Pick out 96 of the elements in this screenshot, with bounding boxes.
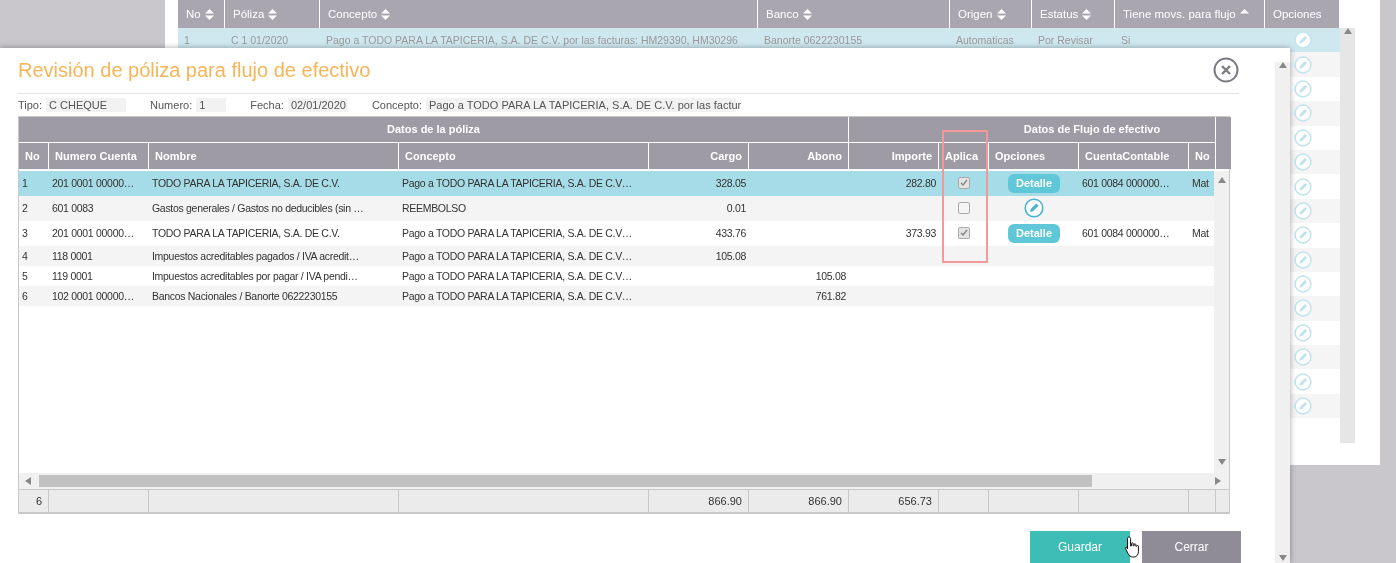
- table-cell-text: 2: [21, 201, 29, 217]
- table-cell-text: 601 0084 000000…: [1081, 176, 1171, 192]
- column-header[interactable]: Aplica: [939, 142, 989, 169]
- table-cell-text: 5: [21, 268, 29, 284]
- input-field[interactable]: C CHEQUE: [46, 97, 127, 112]
- table-cell-text: Gastos generales / Gastos no deducibles (sin …: [151, 201, 365, 217]
- field-label: Numero:: [150, 98, 193, 111]
- sort-icon[interactable]: [268, 8, 278, 20]
- table-cell-text: 1: [183, 33, 191, 49]
- sort-icon[interactable]: [381, 8, 391, 20]
- dialog-title: Revisión de póliza para flujo de efectivo: [18, 58, 371, 82]
- column-header[interactable]: Concepto: [399, 142, 649, 169]
- total-cell: 866.90: [749, 490, 849, 512]
- vertical-scrollbar[interactable]: [1214, 170, 1229, 473]
- vertical-scrollbar[interactable]: [1340, 28, 1355, 443]
- detail-button[interactable]: Detalle: [1007, 173, 1061, 193]
- sort-icon[interactable]: [204, 8, 214, 20]
- table-cell-text: 761.82: [814, 288, 847, 304]
- table-cell-text: 1: [21, 176, 29, 192]
- field-label: Fecha:: [250, 98, 284, 111]
- total-cell: 866.90: [649, 490, 749, 512]
- table-cell-text: 4: [21, 248, 29, 264]
- table-cell-text: 3: [21, 226, 29, 242]
- group-header: Datos de la póliza: [19, 116, 849, 143]
- table-cell-text: Mat: [1191, 176, 1210, 192]
- scroll-left-icon[interactable]: [25, 477, 33, 485]
- table-cell-text: 105.08: [714, 248, 747, 264]
- sort-icon[interactable]: [802, 8, 812, 20]
- input-field[interactable]: 1: [196, 97, 227, 112]
- scroll-right-icon[interactable]: [1215, 477, 1223, 485]
- checkbox[interactable]: [958, 202, 970, 215]
- total-cell: 656.73: [849, 490, 939, 512]
- table-cell-text: Pago a TODO PARA LA TAPICERIA, S.A. DE C.V…: [401, 268, 634, 284]
- table-cell-text: TODO PARA LA TAPICERIA, S.A. DE C.V.: [151, 226, 341, 242]
- table-cell-text: 201 0001 00000…: [51, 176, 135, 192]
- table-cell-text: Automaticas: [955, 33, 1015, 49]
- close-button[interactable]: Cerrar: [1142, 531, 1241, 563]
- total-cell: 6: [19, 490, 49, 512]
- sort-icon[interactable]: [996, 8, 1006, 20]
- table-row[interactable]: 1 201 0001 00000… TODO PARA LA TAPICERIA, S.A. DE C.V. Pago a TODO PARA LA TAPICERIA, S.A. DE C.V… 328.05 282.80 Detalle 601 0084 000000… Mat: [19, 170, 1214, 196]
- save-button[interactable]: Guardar: [1030, 531, 1130, 563]
- table-cell-text: 119 0001: [51, 268, 94, 284]
- column-header[interactable]: Opciones: [989, 142, 1079, 169]
- table-cell-text: 6: [21, 288, 29, 304]
- table-cell-text: 102 0001 00000…: [51, 288, 135, 304]
- table-cell-text: C 1 01/2020: [230, 33, 290, 49]
- field-label: Concepto:: [371, 98, 423, 111]
- table-cell-text: 373.93: [904, 226, 937, 242]
- input-field[interactable]: 02/01/2020: [287, 97, 348, 112]
- close-icon[interactable]: [1213, 57, 1239, 84]
- table-cell-text: Pago a TODO PARA LA TAPICERIA, S.A. DE C.V…: [401, 176, 634, 192]
- table-cell-text: Banorte 0622230155: [763, 33, 864, 49]
- table-row[interactable]: 6 102 0001 00000… Bancos Nacionales / Banorte 0622230155 Pago a TODO PARA LA TAPICERIA, S.A. DE C.V… 761.82: [19, 285, 1214, 306]
- scroll-up-icon[interactable]: [1343, 28, 1352, 36]
- table-cell-text: Bancos Nacionales / Banorte 0622230155: [151, 288, 339, 304]
- checkbox[interactable]: [958, 177, 970, 190]
- table-cell-text: 601 0084 000000…: [1081, 226, 1171, 242]
- vertical-scrollbar[interactable]: [1275, 62, 1290, 563]
- table-cell-text: Por Revisar: [1037, 33, 1094, 49]
- table-cell-text: 328.05: [714, 176, 747, 192]
- table-cell-text: Impuestos acreditables pagados / IVA acredit…: [151, 248, 360, 264]
- column-header[interactable]: CuentaContable: [1079, 142, 1189, 169]
- edit-icon[interactable]: [1024, 198, 1044, 219]
- table-cell-text: Pago a TODO PARA LA TAPICERIA, S.A. DE C.V. por las facturas: HM29390, HM30296: [325, 33, 739, 49]
- detail-button[interactable]: Detalle: [1007, 223, 1061, 243]
- column-header[interactable]: No: [19, 142, 49, 169]
- table-cell-text: Impuestos acreditables por pagar / IVA pendi…: [151, 268, 359, 284]
- table-cell-text: Pago a TODO PARA LA TAPICERIA, S.A. DE C.V…: [401, 248, 634, 264]
- table-cell-text: Si: [1120, 33, 1132, 49]
- scroll-down-icon[interactable]: [1278, 555, 1287, 563]
- column-header[interactable]: Abono: [749, 142, 849, 169]
- table-row[interactable]: 2 601 0083 Gastos generales / Gastos no deducibles (sin … REEMBOLSO 0.01: [19, 195, 1214, 221]
- hand-cursor-icon: [1124, 535, 1142, 559]
- column-header[interactable]: Numero Cuenta: [49, 142, 149, 169]
- table-cell-text: TODO PARA LA TAPICERIA, S.A. DE C.V.: [151, 176, 341, 192]
- table-cell-text: 282.80: [904, 176, 937, 192]
- table-cell-text: REEMBOLSO: [401, 201, 467, 217]
- horizontal-scrollbar[interactable]: [19, 473, 1229, 489]
- field-label: Tipo:: [18, 98, 43, 111]
- table-cell-text: 433.76: [714, 226, 747, 242]
- group-header: Datos de Flujo de efectivo: [849, 116, 1216, 143]
- table-cell-text: 0.01: [725, 201, 747, 217]
- column-header[interactable]: Cargo: [649, 142, 749, 169]
- sort-icon[interactable]: [1082, 8, 1092, 20]
- checkbox[interactable]: [958, 227, 970, 240]
- table-cell-text: 118 0001: [51, 248, 94, 264]
- column-header[interactable]: Nombre: [149, 142, 399, 169]
- column-header[interactable]: Importe: [849, 142, 939, 169]
- table-cell-text: 201 0001 00000…: [51, 226, 135, 242]
- table-cell-text: Pago a TODO PARA LA TAPICERIA, S.A. DE C.V…: [401, 226, 634, 242]
- table-cell-text: 601 0083: [51, 201, 95, 217]
- scroll-down-icon[interactable]: [1217, 459, 1226, 467]
- table-cell-text: 105.08: [814, 268, 847, 284]
- table-cell-text: Pago a TODO PARA LA TAPICERIA, S.A. DE C.V…: [401, 288, 634, 304]
- scroll-up-icon[interactable]: [1278, 62, 1287, 70]
- table-cell-text: Mat: [1191, 226, 1210, 242]
